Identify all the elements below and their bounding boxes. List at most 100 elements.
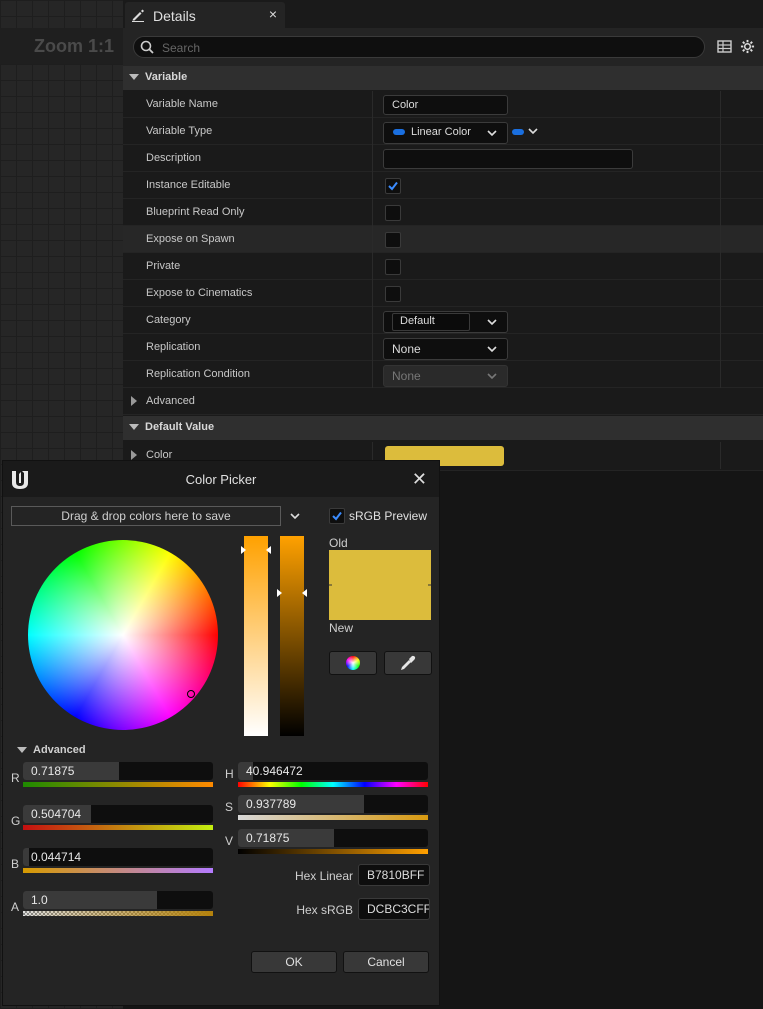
collapse-arrow-icon (17, 747, 27, 753)
hex-srgb-input[interactable]: DCBC3CFF (358, 898, 430, 920)
dropdown-value: None (392, 342, 421, 356)
saturation-channel-input[interactable]: 0.937789 (238, 795, 428, 813)
channel-label-v: V (225, 834, 234, 848)
category-input[interactable]: Default (392, 313, 470, 331)
color-wheel[interactable] (28, 540, 218, 730)
input-value: Default (400, 315, 435, 327)
description-input[interactable] (383, 149, 633, 169)
value-channel-gradient (238, 849, 428, 854)
saturation-slider[interactable] (244, 536, 268, 736)
row-replication: Replication None (123, 334, 763, 361)
variable-section-header[interactable]: Variable (123, 66, 763, 90)
row-private: Private (123, 253, 763, 280)
expose-on-spawn-checkbox[interactable] (385, 232, 401, 248)
saturation-marker-right[interactable] (266, 546, 271, 554)
row-label: Replication Condition (146, 368, 250, 380)
srgb-preview-label: sRGB Preview (349, 509, 428, 523)
row-label: Replication (146, 341, 201, 353)
chevron-down-icon[interactable] (289, 510, 301, 522)
color-swatch-drop-bar[interactable]: Drag & drop colors here to save (11, 506, 281, 526)
zoom-label: Zoom 1:1 (34, 36, 115, 56)
instance-editable-checkbox[interactable] (385, 178, 401, 194)
row-label: Expose to Cinematics (146, 287, 253, 299)
gear-icon[interactable] (740, 39, 755, 54)
channel-value: 1.0 (31, 893, 48, 907)
chevron-down-icon (487, 373, 497, 380)
private-checkbox[interactable] (385, 259, 401, 275)
blueprint-read-only-checkbox[interactable] (385, 205, 401, 221)
pin-type-icon (512, 129, 524, 135)
section-label: Advanced (33, 744, 86, 756)
collapse-arrow-icon (129, 424, 139, 430)
row-label: Blueprint Read Only (146, 206, 245, 218)
dropdown-value: Linear Color (411, 126, 471, 138)
blue-channel-gradient (23, 868, 213, 873)
saturation-marker-left[interactable] (241, 546, 246, 554)
row-label: Category (146, 314, 191, 326)
row-blueprint-read-only: Blueprint Read Only (123, 199, 763, 226)
table-view-icon[interactable] (717, 39, 732, 54)
alpha-channel-input[interactable]: 1.0 (23, 891, 213, 909)
eyedropper-icon (401, 655, 416, 670)
category-combo[interactable]: Default (383, 311, 508, 333)
value-slider[interactable] (280, 536, 304, 736)
hex-value: B7810BFF (367, 868, 425, 882)
search-input[interactable] (160, 38, 684, 57)
row-expose-on-spawn: Expose on Spawn (123, 226, 763, 253)
details-toolbar (123, 28, 763, 66)
red-channel-input[interactable]: 0.71875 (23, 762, 213, 780)
replication-condition-dropdown: None (383, 365, 508, 387)
chevron-down-icon (487, 319, 497, 326)
replication-dropdown[interactable]: None (383, 338, 508, 360)
red-channel-gradient (23, 782, 213, 787)
search-box[interactable] (133, 36, 705, 58)
variable-name-input[interactable]: Color (383, 95, 508, 115)
expand-arrow-icon (131, 450, 137, 460)
details-tab-title: Details (153, 8, 196, 24)
alpha-channel-gradient (23, 911, 213, 916)
green-channel-gradient (23, 825, 213, 830)
color-wheel-mode-button[interactable] (329, 651, 377, 675)
details-tab[interactable]: Details × (125, 2, 285, 28)
chevron-down-icon (487, 346, 497, 353)
section-label: Variable (145, 71, 188, 83)
new-color-label: New (329, 621, 354, 635)
channel-value: 0.71875 (31, 764, 75, 778)
saturation-channel-gradient (238, 815, 428, 820)
row-description: Description (123, 145, 763, 172)
ok-button[interactable]: OK (251, 951, 337, 973)
color-picker-titlebar[interactable]: Color Picker ✕ (3, 461, 439, 497)
search-icon (140, 40, 154, 54)
row-label: Expose on Spawn (146, 233, 235, 245)
default-value-section-header[interactable]: Default Value (123, 416, 763, 440)
dropdown-value: None (392, 369, 421, 383)
checkmark-icon (388, 181, 398, 191)
srgb-preview-checkbox[interactable] (329, 508, 345, 524)
container-type-dropdown[interactable] (512, 126, 542, 138)
channel-label-s: S (225, 800, 234, 814)
hex-linear-input[interactable]: B7810BFF (358, 864, 430, 886)
color-picker-window: Color Picker ✕ Drag & drop colors here t… (2, 460, 440, 1006)
value-marker-right[interactable] (302, 589, 307, 597)
details-tab-close-icon[interactable]: × (269, 6, 277, 22)
chevron-down-icon (487, 130, 497, 137)
section-label: Default Value (145, 421, 215, 433)
chevron-down-icon (528, 128, 538, 135)
variable-type-dropdown[interactable]: Linear Color (383, 122, 508, 144)
channel-value: 0.937789 (246, 797, 297, 811)
eyedropper-button[interactable] (384, 651, 432, 675)
cancel-button[interactable]: Cancel (343, 951, 429, 973)
hue-channel-input[interactable]: 40.946472 (238, 762, 428, 780)
blue-channel-input[interactable]: 0.044714 (23, 848, 213, 866)
row-label: Instance Editable (146, 179, 231, 191)
channel-value: 0.504704 (31, 807, 82, 821)
green-channel-input[interactable]: 0.504704 (23, 805, 213, 823)
color-wheel-cursor[interactable] (187, 690, 195, 698)
expose-to-cinematics-checkbox[interactable] (385, 286, 401, 302)
row-instance-editable: Instance Editable (123, 172, 763, 199)
row-advanced[interactable]: Advanced (123, 388, 763, 415)
value-marker-left[interactable] (277, 589, 282, 597)
hex-linear-label: Hex Linear (294, 869, 353, 883)
close-icon[interactable]: ✕ (412, 469, 427, 490)
value-channel-input[interactable]: 0.71875 (238, 829, 428, 847)
